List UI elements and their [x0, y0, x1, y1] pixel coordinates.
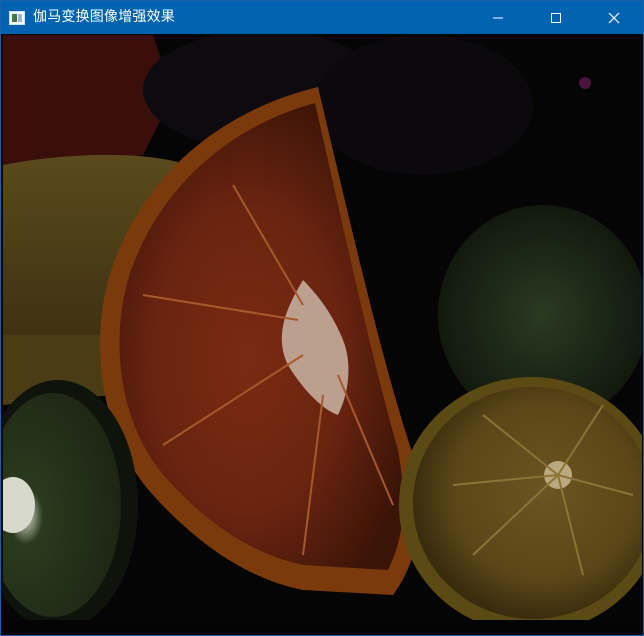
minimize-button[interactable] — [469, 1, 527, 34]
maximize-icon — [551, 12, 561, 23]
app-icon — [9, 10, 25, 25]
window-title: 伽马变换图像增强效果 — [33, 9, 175, 25]
close-icon — [608, 12, 620, 23]
maximize-button[interactable] — [527, 1, 585, 34]
image-window: 伽马变换图像增强效果 — [0, 0, 644, 636]
window-controls — [469, 1, 643, 34]
close-button[interactable] — [585, 1, 643, 34]
fruit-image — [3, 35, 642, 634]
title-bar[interactable]: 伽马变换图像增强效果 — [1, 1, 643, 34]
image-canvas[interactable] — [3, 35, 642, 634]
minimize-icon — [493, 17, 503, 18]
